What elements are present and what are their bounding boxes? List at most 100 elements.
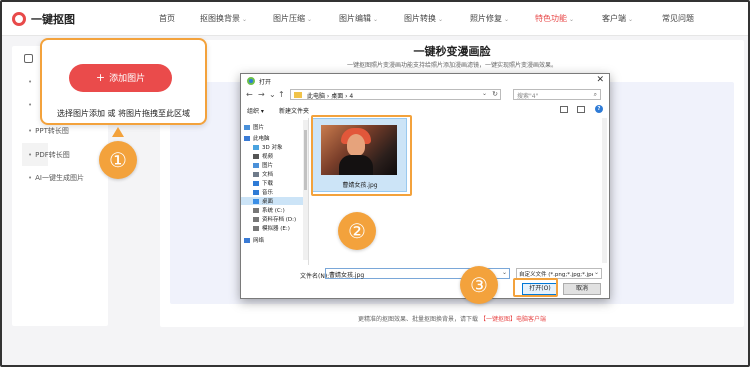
sidebar-item-1[interactable] bbox=[28, 78, 35, 86]
tree-item[interactable]: 此电脑 bbox=[241, 134, 305, 142]
tree-item[interactable]: 图片 bbox=[241, 123, 305, 131]
nav-item-label: 客户端 bbox=[602, 14, 626, 23]
add-image-label: 添加图片 bbox=[109, 74, 146, 84]
tree-item[interactable]: 文档 bbox=[241, 170, 305, 178]
tree-item[interactable]: 桌面 bbox=[241, 197, 305, 205]
nav-item[interactable]: 图片编辑 ⌄ bbox=[339, 13, 378, 24]
nav-item-label: 常见问题 bbox=[662, 14, 694, 23]
tree-item[interactable]: 图片 bbox=[241, 161, 305, 169]
dialog-toolbar: 组织 ▾ 新建文件夹 ? bbox=[241, 104, 609, 116]
chevron-down-icon[interactable]: ⌄ bbox=[502, 269, 507, 276]
tree-item[interactable]: 系统 (C:) bbox=[241, 206, 305, 214]
address-bar[interactable]: 此电脑 › 桌面 › 4 ⌄ ↻ bbox=[290, 89, 501, 100]
folder-icon bbox=[244, 136, 250, 141]
up-arrow-icon[interactable]: ↑ bbox=[278, 90, 285, 99]
upload-hint: 选择图片添加 或 将图片拖拽至此区域 bbox=[56, 109, 191, 118]
tree-item-label: 视频 bbox=[262, 154, 274, 160]
nav-item[interactable]: 客户端 ⌄ bbox=[602, 13, 633, 24]
search-input[interactable]: 搜索"4" ⌕ bbox=[513, 89, 601, 100]
folder-icon bbox=[253, 163, 259, 168]
sidebar-item-2[interactable] bbox=[28, 101, 35, 109]
nav-item[interactable]: 抠图换背景 ⌄ bbox=[200, 13, 247, 24]
nav-item[interactable]: 常见问题 bbox=[662, 13, 694, 24]
tree-item-label: 下载 bbox=[262, 181, 274, 187]
browser-icon bbox=[247, 77, 255, 85]
tree-item[interactable]: 视频 bbox=[241, 152, 305, 160]
view-options-icon[interactable] bbox=[560, 106, 568, 113]
nav-item-label: 特色功能 bbox=[535, 14, 567, 23]
tree-item[interactable]: 3D 对象 bbox=[241, 143, 305, 151]
chevron-down-icon: ⌄ bbox=[438, 16, 444, 23]
file-list-scrollbar[interactable] bbox=[602, 118, 607, 263]
brand-logo[interactable]: 一键抠图 bbox=[12, 11, 75, 27]
screenshot-frame: 一键抠图 首页 抠图换背景 ⌄ 图片压缩 ⌄ 图片编辑 ⌄ 图片转换 ⌄ 照片修复 ⌄ 特色功能 ⌄ 客户… bbox=[0, 0, 750, 367]
tree-item[interactable]: 音乐 bbox=[241, 188, 305, 196]
folder-icon bbox=[253, 226, 259, 231]
nav-item[interactable]: 首页 bbox=[159, 13, 175, 24]
brand-name: 一键抠图 bbox=[31, 13, 75, 26]
navigation-tree: 图片 此电脑 3D 对象 视频 图片 文档 下载 音乐 桌面 系统 (C:) 资料存档 (D:) 模拟… bbox=[241, 118, 309, 265]
filetype-value: 自定义文件 (*.png;*.jpg;*.jpeg) bbox=[519, 272, 593, 278]
refresh-icon[interactable]: ↻ bbox=[492, 90, 498, 98]
tree-item[interactable]: 资料存档 (D:) bbox=[241, 215, 305, 223]
page-subtitle: 一键抠图照片变漫画功能支持给照片添加漫画滤镜，一键实现照片变漫画效果。 bbox=[346, 62, 557, 69]
nav-item[interactable]: 图片压缩 ⌄ bbox=[273, 13, 312, 24]
recent-locations-icon[interactable]: ⌄ bbox=[269, 90, 276, 99]
nav-item-label: 首页 bbox=[159, 14, 175, 23]
sidebar-item-ai-generate[interactable]: AI一键生成图片 bbox=[28, 173, 84, 183]
sidebar-item-pdf-long[interactable]: PDF转长图 bbox=[28, 150, 70, 160]
folder-icon bbox=[253, 190, 259, 195]
step-2-highlight bbox=[311, 115, 412, 196]
chevron-down-icon[interactable]: ⌄ bbox=[482, 90, 487, 97]
nav-item[interactable]: 特色功能 ⌄ bbox=[535, 13, 574, 24]
nav-item[interactable]: 图片转换 ⌄ bbox=[404, 13, 443, 24]
file-open-dialog: 打开 ✕ ← → ⌄ ↑ 此电脑 › 桌面 › 4 ⌄ ↻ 搜索"4" ⌕ 组织… bbox=[240, 73, 610, 299]
chevron-down-icon: ⌄ bbox=[242, 16, 248, 23]
add-image-button[interactable]: + 添加图片 bbox=[69, 64, 172, 92]
nav-item-label: 图片编辑 bbox=[339, 14, 371, 23]
folder-icon bbox=[253, 199, 259, 204]
tree-item[interactable]: 网络 bbox=[241, 236, 305, 244]
address-row: ← → ⌄ ↑ 此电脑 › 桌面 › 4 ⌄ ↻ 搜索"4" ⌕ bbox=[241, 88, 609, 102]
chevron-down-icon: ⌄ bbox=[569, 16, 575, 23]
nav-item-label: 抠图换背景 bbox=[200, 14, 240, 23]
preview-pane-icon[interactable] bbox=[577, 106, 585, 113]
new-folder-button[interactable]: 新建文件夹 bbox=[279, 106, 309, 115]
chevron-down-icon: ⌄ bbox=[307, 16, 313, 23]
forward-arrow-icon[interactable]: → bbox=[258, 90, 265, 99]
organize-menu[interactable]: 组织 ▾ bbox=[247, 106, 264, 115]
tree-item-label: 图片 bbox=[253, 125, 265, 131]
help-icon[interactable]: ? bbox=[595, 105, 603, 113]
dialog-title-bar: 打开 ✕ bbox=[241, 74, 609, 87]
tree-item[interactable]: 模拟器 (E:) bbox=[241, 224, 305, 232]
dialog-title: 打开 bbox=[259, 79, 272, 86]
client-download-link[interactable]: 【一键抠图】电脑客户端 bbox=[480, 316, 546, 323]
footer-text: 更精准的抠图效果、批量抠图换背景，请下载 bbox=[358, 316, 479, 323]
cancel-button[interactable]: 取消 bbox=[563, 283, 601, 295]
filename-value: 曹婧女孩.jpg bbox=[329, 272, 365, 279]
tree-item-label: 模拟器 (E:) bbox=[262, 226, 290, 232]
tree-item-label: 3D 对象 bbox=[262, 145, 283, 151]
sidebar-collapse-icon[interactable] bbox=[24, 54, 33, 63]
nav-item-label: 图片压缩 bbox=[273, 14, 305, 23]
folder-icon bbox=[244, 238, 250, 243]
sidebar-item-ppt-long[interactable]: PPT转长图 bbox=[28, 126, 69, 136]
folder-icon bbox=[253, 217, 259, 222]
tree-item-label: 文档 bbox=[262, 172, 274, 178]
back-arrow-icon[interactable]: ← bbox=[246, 90, 253, 99]
tree-scroll-thumb[interactable] bbox=[304, 130, 307, 190]
folder-icon bbox=[253, 154, 259, 159]
step-2-marker: ② bbox=[338, 212, 376, 250]
tree-item-label: 桌面 bbox=[262, 199, 274, 205]
tree-item-label: 网络 bbox=[253, 238, 265, 244]
tree-item-label: 图片 bbox=[262, 163, 274, 169]
nav-item[interactable]: 照片修复 ⌄ bbox=[470, 13, 509, 24]
folder-icon bbox=[253, 181, 259, 186]
tree-scrollbar[interactable] bbox=[303, 120, 308, 260]
close-icon[interactable]: ✕ bbox=[596, 75, 604, 85]
address-path: 此电脑 › 桌面 › 4 bbox=[307, 93, 354, 100]
folder-icon bbox=[253, 145, 259, 150]
chevron-down-icon: ⌄ bbox=[504, 16, 510, 23]
tree-item[interactable]: 下载 bbox=[241, 179, 305, 187]
step-1-pointer bbox=[112, 127, 124, 137]
